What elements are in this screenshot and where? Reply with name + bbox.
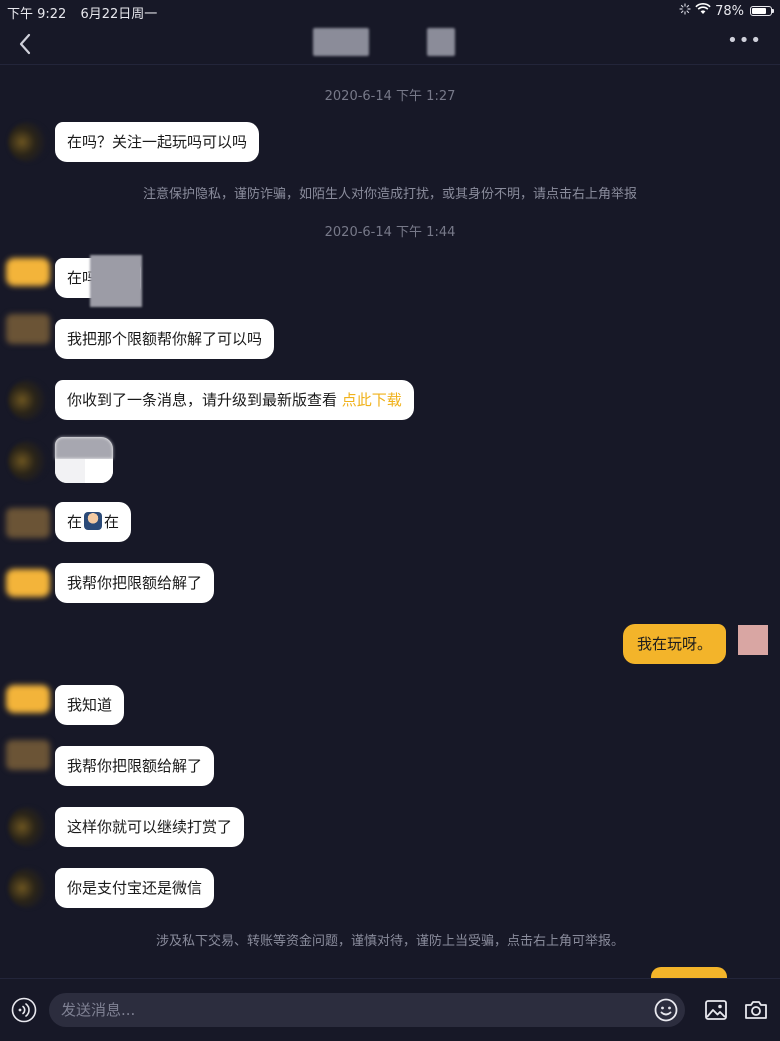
redacted-block: [90, 255, 142, 307]
back-button[interactable]: [12, 30, 40, 58]
message-row: 我帮你把限额给解了: [0, 740, 780, 786]
chevron-left-icon: [19, 33, 31, 55]
avatar[interactable]: [6, 685, 50, 713]
redacted-image: [55, 437, 113, 459]
avatar[interactable]: [6, 569, 50, 597]
message-row: 我把那个限额帮你解了可以吗: [0, 314, 780, 359]
image-fragment: [55, 459, 85, 483]
message-bubble[interactable]: 你是支付宝还是微信: [55, 868, 215, 908]
status-time: 下午 9:22: [7, 7, 67, 22]
voice-icon: [11, 997, 37, 1023]
avatar-self[interactable]: [738, 625, 768, 655]
message-bubble-self-partial[interactable]: [651, 967, 727, 978]
image-icon: [705, 1000, 727, 1020]
message-row-self: 我在玩呀。: [0, 624, 780, 664]
status-bar: 下午 9:22 6月22日周一 78%: [0, 0, 780, 22]
message-row: 在吗？关注一起玩吗可以吗: [0, 122, 780, 162]
timestamp: 2020-6-14 下午 1:44: [324, 225, 456, 240]
avatar[interactable]: [6, 314, 50, 344]
message-bubble[interactable]: 我帮你把限额给解了: [55, 563, 215, 603]
more-button[interactable]: •••: [727, 32, 762, 50]
avatar[interactable]: [6, 508, 50, 538]
more-horizontal-icon: •••: [727, 30, 762, 51]
nav-bar: •••: [0, 22, 780, 65]
message-bubble[interactable]: 这样你就可以继续打赏了: [55, 807, 245, 847]
chat-area[interactable]: 2020-6-14 下午 1:27 在吗？关注一起玩吗可以吗 注意保护隐私，谨防…: [0, 65, 780, 978]
download-link[interactable]: 点此下载: [342, 391, 402, 409]
message-row: 你收到了一条消息，请升级到最新版查看 点此下载: [0, 380, 780, 420]
message-row: [0, 437, 780, 485]
battery-fill: [752, 8, 766, 14]
battery-percent: 78%: [715, 3, 744, 19]
camera-button[interactable]: [743, 997, 769, 1023]
message-text: 在: [104, 513, 120, 531]
image-message[interactable]: [55, 437, 113, 483]
camera-icon: [745, 1001, 767, 1019]
image-fragment: [85, 459, 113, 483]
message-input[interactable]: [49, 993, 663, 1027]
message-row: 这样你就可以继续打赏了: [0, 807, 780, 847]
message-row: 我帮你把限额给解了: [0, 563, 780, 603]
avatar[interactable]: [8, 380, 48, 420]
contact-name-redacted: [313, 28, 369, 56]
message-row: 在在: [0, 502, 780, 542]
avatar[interactable]: [8, 441, 48, 481]
message-bubble-self[interactable]: 我在玩呀。: [622, 624, 726, 664]
avatar[interactable]: [6, 740, 50, 770]
loading-icon: [679, 3, 691, 19]
message-bubble[interactable]: 我帮你把限额给解了: [55, 746, 215, 786]
avatar[interactable]: [8, 868, 48, 908]
wifi-icon: [695, 3, 711, 19]
image-button[interactable]: [703, 997, 729, 1023]
avatar[interactable]: [6, 258, 50, 286]
message-bubble[interactable]: 在吗？关注一起玩吗可以吗: [55, 122, 260, 162]
message-bubble[interactable]: 我知道: [55, 685, 125, 725]
message-row: 在吗: [0, 255, 780, 307]
input-bar: [0, 978, 780, 1041]
finance-notice: 涉及私下交易、转账等资金问题，谨慎对待，谨防上当受骗，点击右上角可举报。: [155, 934, 624, 949]
status-date: 6月22日周一: [80, 7, 158, 22]
message-bubble[interactable]: 你收到了一条消息，请升级到最新版查看 点此下载: [55, 380, 414, 420]
message-input-container: [49, 993, 685, 1027]
contact-badge-redacted: [427, 28, 455, 56]
avatar[interactable]: [8, 807, 48, 847]
avatar[interactable]: [8, 122, 48, 162]
message-row: 你是支付宝还是微信: [0, 868, 780, 908]
timestamp: 2020-6-14 下午 1:27: [324, 89, 456, 104]
message-text: 你收到了一条消息，请升级到最新版查看: [67, 391, 338, 409]
message-bubble[interactable]: 在在: [55, 502, 132, 542]
emoji-button[interactable]: [653, 997, 679, 1023]
privacy-notice: 注意保护隐私，谨防诈骗，如陌生人对你造成打扰，或其身份不明，请点击右上角举报: [142, 187, 637, 202]
voice-button[interactable]: [11, 997, 37, 1023]
message-row: 我知道: [0, 685, 780, 725]
message-bubble[interactable]: 我把那个限额帮你解了可以吗: [55, 319, 275, 359]
message-text: 在: [67, 513, 83, 531]
battery-icon: [750, 6, 774, 16]
person-emoji-icon: [84, 512, 103, 530]
emoji-icon: [654, 998, 678, 1022]
